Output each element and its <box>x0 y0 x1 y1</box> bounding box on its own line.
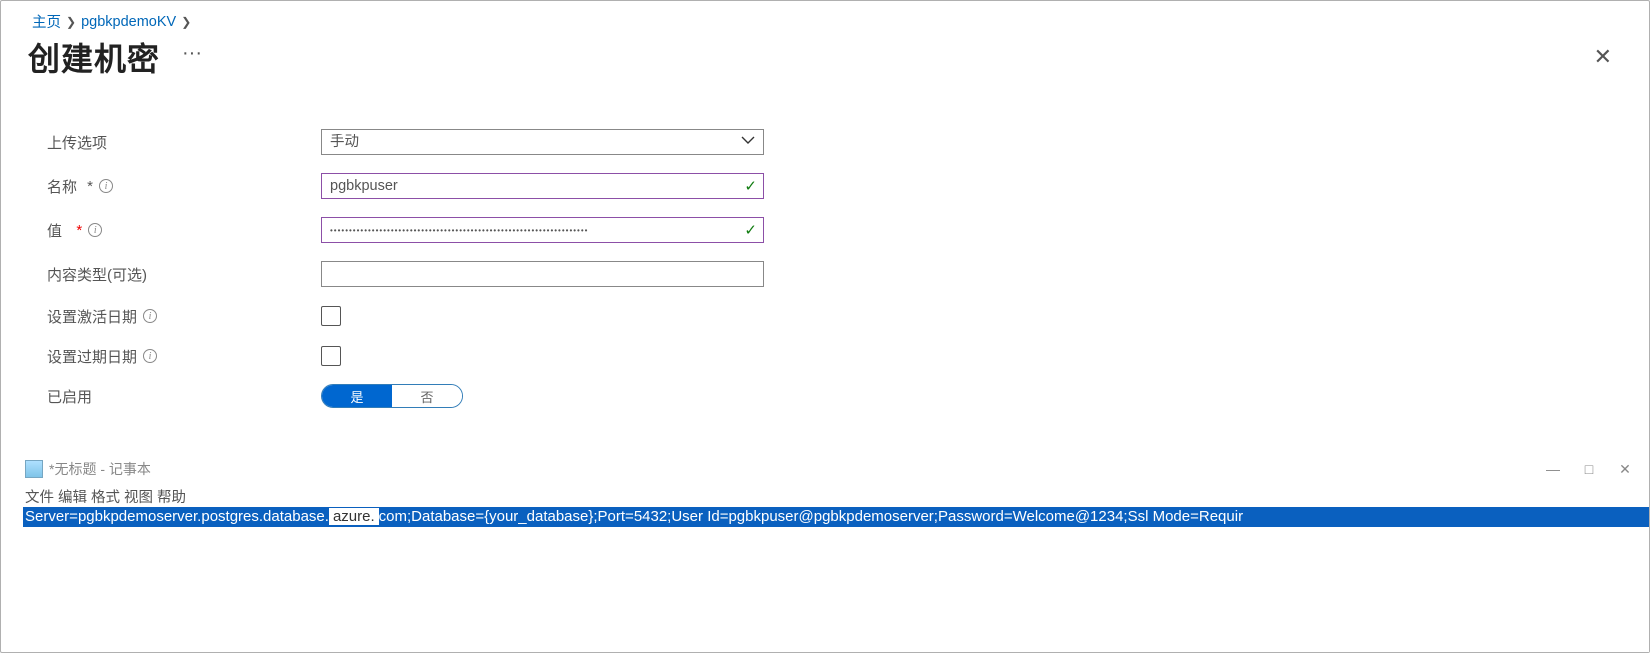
chevron-right-icon: ❯ <box>181 15 191 29</box>
info-icon[interactable]: i <box>143 309 157 323</box>
activation-date-checkbox[interactable] <box>321 306 341 326</box>
toggle-no[interactable]: 否 <box>392 385 462 407</box>
content-type-input[interactable] <box>321 261 764 287</box>
enabled-label: 已启用 <box>47 386 321 407</box>
info-icon[interactable]: i <box>143 349 157 363</box>
notepad-title: *无标题 - 记事本 <box>49 459 151 479</box>
minimize-icon[interactable]: — <box>1535 461 1571 477</box>
checkmark-icon: ✓ <box>744 177 757 195</box>
checkmark-icon: ✓ <box>744 221 757 239</box>
breadcrumb-keyvault[interactable]: pgbkpdemoKV <box>81 14 176 30</box>
info-icon[interactable]: i <box>99 179 113 193</box>
page-title: 创建机密 <box>28 34 160 80</box>
upload-option-label: 上传选项 <box>47 132 321 153</box>
menu-format[interactable]: 格式 <box>91 486 120 507</box>
notepad-content[interactable]: Server=pgbkpdemoserver.postgres.database… <box>23 507 1649 527</box>
menu-file[interactable]: 文件 <box>25 486 54 507</box>
content-type-label: 内容类型(可选) <box>47 264 321 285</box>
notepad-icon <box>25 460 43 478</box>
notepad-menubar: 文件 编辑 格式 视图 帮助 <box>23 485 1649 507</box>
activation-date-label: 设置激活日期 i <box>47 306 321 327</box>
more-menu-icon[interactable]: ··· <box>182 42 202 65</box>
value-input[interactable] <box>321 217 764 243</box>
expiration-date-checkbox[interactable] <box>321 346 341 366</box>
menu-help[interactable]: 帮助 <box>157 486 186 507</box>
chevron-right-icon: ❯ <box>66 15 76 29</box>
close-icon[interactable]: ✕ <box>1607 461 1643 478</box>
name-label: 名称 * i <box>47 176 321 197</box>
notepad-window: *无标题 - 记事本 — □ ✕ 文件 编辑 格式 视图 帮助 Server=p… <box>23 453 1649 652</box>
breadcrumb-home[interactable]: 主页 <box>32 11 61 32</box>
value-label: 值 * i <box>47 220 321 241</box>
expiration-date-label: 设置过期日期 i <box>47 346 321 367</box>
upload-option-select[interactable]: 手动 <box>321 129 764 155</box>
enabled-toggle[interactable]: 是 否 <box>321 384 463 408</box>
breadcrumb: 主页 ❯ pgbkpdemoKV ❯ <box>1 1 1649 32</box>
menu-view[interactable]: 视图 <box>124 486 153 507</box>
close-icon[interactable]: ✕ <box>1594 44 1612 70</box>
name-input[interactable] <box>321 173 764 199</box>
toggle-yes[interactable]: 是 <box>322 385 392 407</box>
menu-edit[interactable]: 编辑 <box>58 486 87 507</box>
info-icon[interactable]: i <box>88 223 102 237</box>
maximize-icon[interactable]: □ <box>1571 461 1607 477</box>
